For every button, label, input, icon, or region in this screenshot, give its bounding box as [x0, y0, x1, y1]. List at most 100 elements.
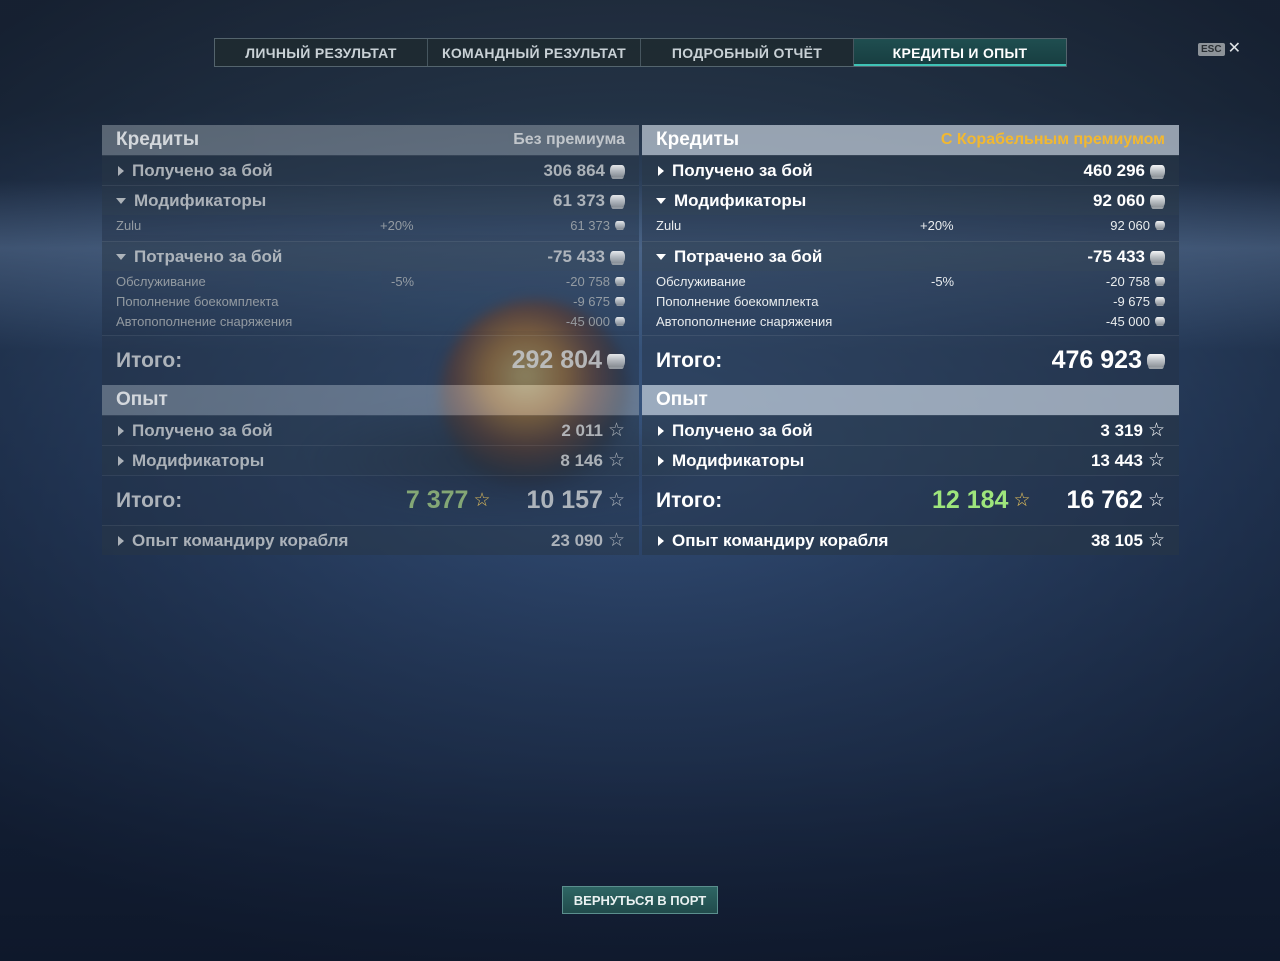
row-label: Модификаторы — [132, 450, 265, 470]
credits-received-value: 306 864 — [543, 160, 605, 180]
row-label: Получено за бой — [672, 160, 813, 180]
account-mode: Без премиума — [513, 131, 625, 148]
credits-icon — [615, 317, 625, 325]
xp-star-icon: ☆ — [607, 489, 625, 511]
modifier-value: 92 060 — [1110, 217, 1150, 233]
credits-icon — [1155, 221, 1165, 229]
xp-total-value: 16 762 — [1066, 486, 1143, 514]
credits-total-row: Итого: 292 804 — [102, 335, 639, 385]
expand-arrow-icon — [658, 455, 664, 466]
expand-arrow-icon — [118, 455, 124, 466]
xp-star-icon: ☆ — [607, 449, 625, 471]
xp-star-icon: ☆ — [1147, 529, 1165, 551]
expand-arrow-icon — [118, 165, 124, 176]
expense-value: -20 758 — [565, 273, 610, 289]
return-to-port-button[interactable]: ВЕРНУТЬСЯ В ПОРТ — [562, 886, 718, 914]
tab-detailed-report[interactable]: ПОДРОБНЫЙ ОТЧЁТ — [641, 39, 854, 66]
panel-no-premium: Кредиты Без премиума Получено за бой 306… — [102, 125, 639, 555]
commander-xp-value: 23 090 — [550, 530, 603, 550]
row-label: Получено за бой — [132, 420, 273, 440]
modifier-percent: +20% — [920, 217, 954, 233]
row-label: Опыт командиру корабля — [132, 530, 349, 550]
modifier-value: 61 373 — [570, 217, 610, 233]
row-label: Опыт командиру корабля — [672, 530, 889, 550]
expense-value: -45 000 — [565, 313, 610, 329]
modifier-item: Zulu +20% 61 373 — [102, 215, 639, 235]
xp-modifiers-row[interactable]: Модификаторы 13 443 ☆ — [642, 445, 1179, 475]
xp-header: Опыт — [102, 385, 639, 415]
tab-credits-and-xp[interactable]: КРЕДИТЫ И ОПЫТ — [854, 39, 1066, 66]
expense-name: Обслуживание — [116, 273, 206, 289]
credits-total-value: 292 804 — [511, 346, 602, 374]
credits-icon — [610, 164, 625, 177]
collapse-arrow-icon — [116, 253, 126, 260]
tab-team-result[interactable]: КОМАНДНЫЙ РЕЗУЛЬТАТ — [428, 39, 641, 66]
expand-arrow-icon — [118, 535, 124, 546]
credits-header: Кредиты С Корабельным премиумом — [642, 125, 1179, 155]
credits-icon — [615, 277, 625, 285]
expense-value: -9 675 — [1113, 293, 1150, 309]
commander-xp-row[interactable]: Опыт командиру корабля 23 090 ☆ — [102, 525, 639, 555]
xp-received-row[interactable]: Получено за бой 3 319 ☆ — [642, 415, 1179, 445]
credits-icon — [1147, 354, 1165, 367]
credits-received-row[interactable]: Получено за бой 306 864 — [102, 155, 639, 185]
commander-xp-value: 38 105 — [1090, 530, 1143, 550]
total-label: Итого: — [656, 348, 723, 372]
xp-received-value: 2 011 — [561, 420, 603, 440]
credits-received-row[interactable]: Получено за бой 460 296 — [642, 155, 1179, 185]
xp-header: Опыт — [642, 385, 1179, 415]
free-xp-total-value: 12 184 — [931, 486, 1009, 514]
xp-title: Опыт — [656, 389, 708, 410]
close-icon: ✕ — [1227, 40, 1241, 57]
expense-value: -20 758 — [1105, 273, 1150, 289]
modifier-name: Zulu — [656, 217, 682, 233]
close-button[interactable]: ESC ✕ — [1198, 40, 1241, 57]
credits-modifiers-value: 61 373 — [553, 190, 605, 210]
free-xp-star-icon: ☆ — [1013, 489, 1031, 511]
xp-modifiers-row[interactable]: Модификаторы 8 146 ☆ — [102, 445, 639, 475]
expense-item: Автопополнение снаряжения -45 000 — [102, 311, 639, 331]
credits-modifiers-row[interactable]: Модификаторы 92 060 — [642, 185, 1179, 215]
credits-icon — [610, 250, 625, 263]
xp-title: Опыт — [116, 389, 168, 410]
credits-spent-row[interactable]: Потрачено за бой -75 433 — [642, 241, 1179, 271]
expense-name: Пополнение боекомплекта — [116, 293, 279, 309]
expense-name: Автопополнение снаряжения — [116, 313, 293, 329]
expand-arrow-icon — [658, 425, 664, 436]
expense-item: Пополнение боекомплекта -9 675 — [102, 291, 639, 311]
credits-icon — [1150, 250, 1165, 263]
xp-total-row: Итого: 7 377 ☆ 10 157 ☆ — [102, 475, 639, 525]
xp-star-icon: ☆ — [1147, 489, 1165, 511]
xp-star-icon: ☆ — [1147, 419, 1165, 441]
credits-icon — [1155, 297, 1165, 305]
esc-key-icon: ESC — [1198, 42, 1225, 56]
xp-total-row: Итого: 12 184 ☆ 16 762 ☆ — [642, 475, 1179, 525]
modifier-percent: +20% — [380, 217, 414, 233]
total-label: Итого: — [116, 348, 183, 372]
credits-title: Кредиты — [656, 129, 740, 150]
row-label: Потрачено за бой — [674, 246, 823, 266]
credits-icon — [1150, 194, 1165, 207]
modifier-item: Zulu +20% 92 060 — [642, 215, 1179, 235]
free-xp-total-value: 7 377 — [405, 486, 469, 514]
tab-personal-result[interactable]: ЛИЧНЫЙ РЕЗУЛЬТАТ — [215, 39, 428, 66]
xp-received-value: 3 319 — [1100, 420, 1143, 440]
expense-name: Обслуживание — [656, 273, 746, 289]
credits-icon — [615, 297, 625, 305]
credits-icon — [1155, 277, 1165, 285]
xp-received-row[interactable]: Получено за бой 2 011 ☆ — [102, 415, 639, 445]
expense-item: Автопополнение снаряжения -45 000 — [642, 311, 1179, 331]
expense-value: -45 000 — [1105, 313, 1150, 329]
credits-modifiers-value: 92 060 — [1093, 190, 1145, 210]
expense-item: Обслуживание -5% -20 758 — [642, 271, 1179, 291]
commander-xp-row[interactable]: Опыт командиру корабля 38 105 ☆ — [642, 525, 1179, 555]
credits-total-row: Итого: 476 923 — [642, 335, 1179, 385]
row-label: Потрачено за бой — [134, 246, 283, 266]
credits-modifiers-row[interactable]: Модификаторы 61 373 — [102, 185, 639, 215]
row-label: Получено за бой — [132, 160, 273, 180]
credits-spent-row[interactable]: Потрачено за бой -75 433 — [102, 241, 639, 271]
expand-arrow-icon — [118, 425, 124, 436]
credits-icon — [1150, 164, 1165, 177]
expense-name: Автопополнение снаряжения — [656, 313, 833, 329]
credits-title: Кредиты — [116, 129, 200, 150]
